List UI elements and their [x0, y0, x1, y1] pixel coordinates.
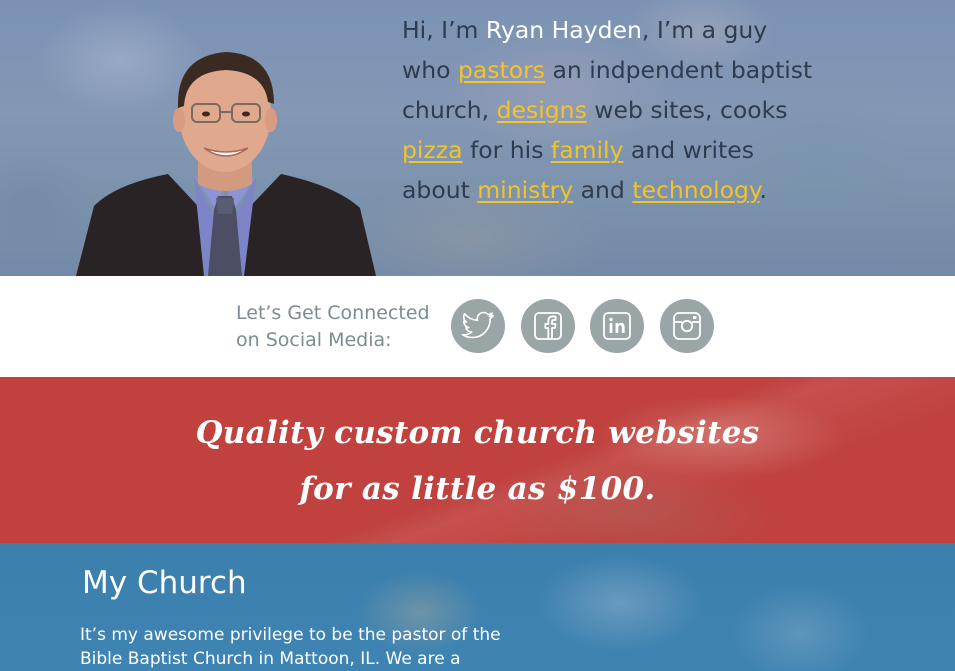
social-section: Let’s Get Connected on Social Media:: [0, 276, 955, 377]
intro-text-end: .: [759, 176, 767, 204]
linkedin-icon: [603, 312, 631, 340]
portrait-image: [76, 52, 376, 276]
social-label: Let’s Get Connected on Social Media:: [236, 302, 430, 351]
ministry-link[interactable]: ministry: [477, 176, 573, 204]
instagram-icon: [673, 312, 701, 340]
facebook-icon: [534, 312, 562, 340]
intro-text-6: and: [573, 176, 633, 204]
church-section: My Church It’s my awesome privilege to b…: [0, 543, 955, 671]
page: Hi, I’m Ryan Hayden, I’m a guy who pasto…: [0, 0, 955, 671]
author-name: Ryan Hayden: [485, 16, 642, 44]
pastors-link[interactable]: pastors: [458, 56, 545, 84]
promo-banner[interactable]: Quality custom church websites for as li…: [0, 377, 955, 543]
hero-section: Hi, I’m Ryan Hayden, I’m a guy who pasto…: [0, 0, 955, 276]
promo-line-1: Quality custom church websites: [195, 415, 760, 451]
linkedin-button[interactable]: [590, 299, 644, 353]
promo-line-2: for as little as $100.: [299, 471, 656, 507]
technology-link[interactable]: technology: [632, 176, 759, 204]
designs-link[interactable]: designs: [497, 96, 587, 124]
church-description: It’s my awesome privilege to be the past…: [80, 625, 501, 669]
intro-text-3: web sites, cooks: [586, 96, 788, 124]
church-heading: My Church: [82, 565, 247, 601]
pizza-link[interactable]: pizza: [402, 136, 463, 164]
family-link[interactable]: family: [551, 136, 624, 164]
twitter-button[interactable]: [451, 299, 505, 353]
intro-text-4: for his: [462, 136, 551, 164]
intro-prefix: Hi, I’m: [402, 16, 486, 44]
twitter-icon: [461, 311, 494, 339]
instagram-button[interactable]: [660, 299, 714, 353]
facebook-button[interactable]: [521, 299, 575, 353]
hero-intro-text: Hi, I’m Ryan Hayden, I’m a guy who pasto…: [402, 10, 822, 210]
